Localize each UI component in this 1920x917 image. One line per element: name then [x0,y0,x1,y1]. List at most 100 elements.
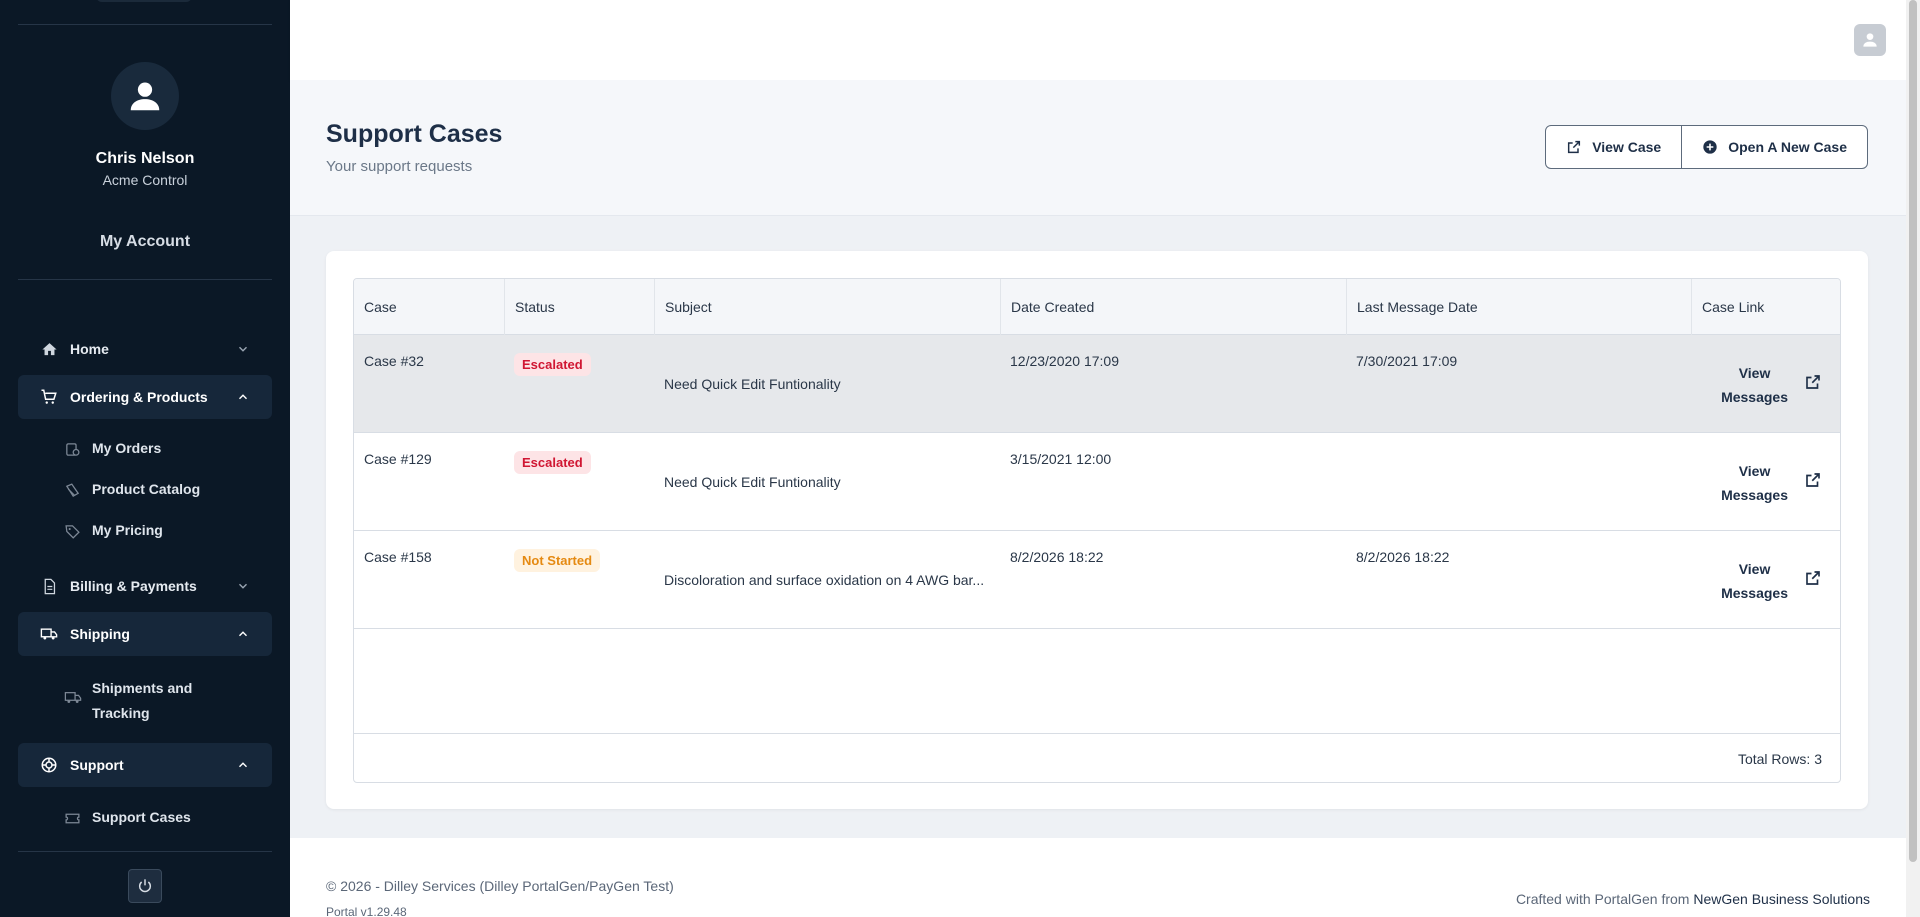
page-subtitle: Your support requests [326,158,473,175]
divider [18,24,272,25]
cases-card: Case Status Subject Date Created Last Me… [326,251,1868,809]
case-number: Case #129 [364,451,432,467]
view-messages-link[interactable]: View Messages [1721,557,1788,605]
open-new-case-button[interactable]: Open A New Case [1681,126,1867,168]
lifebuoy-icon [40,756,58,774]
column-header-status[interactable]: Status [504,279,654,335]
case-number: Case #32 [364,353,424,369]
cart-icon [40,388,58,406]
header-actions: View Case Open A New Case [1545,125,1868,169]
nav-label: Shipping [70,626,130,642]
home-icon [40,340,58,358]
my-account-link[interactable]: My Account [0,233,290,251]
truck-icon [40,625,58,643]
column-header-case[interactable]: Case [354,279,504,335]
external-link-icon[interactable] [1804,569,1822,587]
divider [18,851,272,852]
divider [18,279,272,280]
nav-support-cases[interactable]: Support Cases [64,809,191,828]
view-messages-link[interactable]: View Messages [1721,459,1788,507]
view-case-label: View Case [1592,139,1662,155]
nav-shipments-tracking[interactable]: Shipments and Tracking [64,676,202,726]
table-row[interactable]: Case #158 Not Started Discoloration and … [354,531,1840,629]
nav-product-catalog[interactable]: Product Catalog [64,481,200,500]
nav-label: Support [70,757,124,773]
nav-label: Support Cases [92,809,191,825]
brand-link[interactable]: NewGen Business Solutions [1693,891,1870,907]
view-case-button[interactable]: View Case [1546,126,1681,168]
table-row[interactable]: Case #129 Escalated Need Quick Edit Funt… [354,433,1840,531]
status-badge: Escalated [514,353,591,376]
date-created: 8/2/2026 18:22 [1010,549,1104,565]
column-header-case-link[interactable]: Case Link [1691,279,1840,335]
view-messages-link[interactable]: View Messages [1721,361,1788,409]
link-text: Messages [1721,487,1788,503]
plus-circle-icon [1703,140,1717,154]
case-subject: Discoloration and surface oxidation on 4… [664,572,985,588]
user-avatar[interactable] [111,62,179,130]
crafted-by: Crafted with PortalGen from NewGen Busin… [1516,891,1870,907]
nav-label: My Orders [92,440,162,456]
power-icon [139,879,151,893]
nav-shipping[interactable]: Shipping [18,612,272,656]
status-badge: Not Started [514,549,601,572]
date-created: 12/23/2020 17:09 [1010,353,1119,369]
status-badge: Escalated [514,451,591,474]
nav-home[interactable]: Home [18,327,272,371]
orders-icon [64,441,82,459]
catalog-icon [64,482,82,500]
profile-menu-button[interactable] [1854,24,1886,56]
chevron-up-icon [239,631,247,637]
link-text: Messages [1721,585,1788,601]
case-subject: Need Quick Edit Funtionality [664,474,841,490]
user-icon [1863,33,1877,47]
truck-icon [64,689,82,707]
case-subject: Need Quick Edit Funtionality [664,376,841,392]
cases-table: Case Status Subject Date Created Last Me… [353,278,1841,783]
user-icon [130,82,160,111]
logout-button[interactable] [128,869,162,903]
column-header-date-created[interactable]: Date Created [1000,279,1346,335]
nav-label: Home [70,341,109,357]
document-icon [40,577,58,595]
user-name: Chris Nelson [95,150,195,167]
last-message-date: 8/2/2026 18:22 [1356,549,1450,565]
table-row[interactable]: Case #32 Escalated Need Quick Edit Funti… [354,335,1840,433]
case-number: Case #158 [364,549,432,565]
nav-label: My Pricing [92,522,163,538]
link-text: View [1738,463,1771,479]
nav-support[interactable]: Support [18,743,272,787]
table-footer: Total Rows: 3 [354,733,1840,782]
chevron-up-icon [239,394,247,400]
page-title: Support Cases [326,120,503,148]
scrollbar-thumb[interactable] [1909,0,1917,862]
external-link-icon[interactable] [1804,471,1822,489]
nav-label: Billing & Payments [70,578,197,594]
open-case-label: Open A New Case [1728,139,1847,155]
nav-label: Product Catalog [92,481,201,497]
nav-label: Ordering & Products [70,389,208,405]
sidebar: Chris Nelson Acme Control My Account Hom… [0,0,290,917]
sidebar-logo-stub [96,0,192,2]
column-header-subject[interactable]: Subject [654,279,1000,335]
external-link-icon[interactable] [1804,373,1822,391]
copyright: © 2026 - Dilley Services (Dilley PortalG… [326,878,674,894]
date-created: 3/15/2021 12:00 [1010,451,1112,467]
nav-my-orders[interactable]: My Orders [64,440,161,459]
chevron-down-icon [239,346,247,352]
user-org: Acme Control [102,172,188,188]
scrollbar[interactable] [1906,0,1920,917]
last-message-date: 7/30/2021 17:09 [1356,353,1458,369]
tag-icon [64,523,82,541]
link-text: View [1738,561,1771,577]
version: Portal v1.29.48 [326,905,407,917]
nav-ordering-products[interactable]: Ordering & Products [18,375,272,419]
nav-billing-payments[interactable]: Billing & Payments [18,564,272,608]
nav-label: Shipments and Tracking [92,680,193,721]
nav-my-pricing[interactable]: My Pricing [64,522,163,541]
page-footer: © 2026 - Dilley Services (Dilley PortalG… [290,838,1906,917]
page-header: Support Cases Your support requests View… [290,80,1906,216]
column-header-last-message-date[interactable]: Last Message Date [1346,279,1691,335]
link-text: View [1738,365,1771,381]
external-link-icon [1568,140,1581,154]
